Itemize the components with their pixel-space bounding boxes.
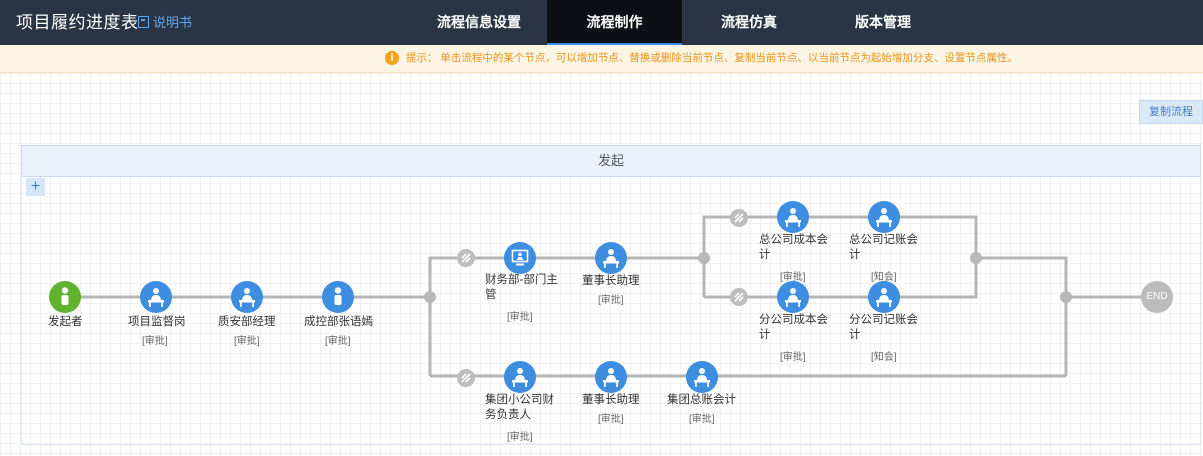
approver-node[interactable] <box>686 361 718 393</box>
node-label: 集团总账会计 <box>667 394 736 406</box>
approver-node[interactable] <box>777 281 809 313</box>
approver-node[interactable] <box>504 242 536 274</box>
approver-icon <box>785 208 801 227</box>
merge-joint <box>1060 291 1072 303</box>
branch-joint <box>424 291 436 303</box>
start-node[interactable] <box>49 281 81 313</box>
node-label: 成控部张语嫣 <box>304 316 373 328</box>
monitor-icon <box>511 249 529 266</box>
approver-icon <box>603 368 619 387</box>
approver-node[interactable] <box>868 201 900 233</box>
approver-node[interactable] <box>868 281 900 313</box>
node-label: 分公司记账会计 <box>849 314 918 341</box>
node-tag: [审批] <box>780 352 806 363</box>
node-label: 董事长助理 <box>582 275 640 287</box>
node-label: 财务部-部门主管 <box>485 274 558 301</box>
node-tag: [审批] <box>598 414 624 425</box>
node-label: 分公司成本会计 <box>759 314 828 341</box>
approver-icon <box>603 249 619 268</box>
node-label: 总公司记账会计 <box>849 234 918 261</box>
approver-node[interactable] <box>231 281 263 313</box>
condition-icon[interactable] <box>457 249 475 267</box>
approver-icon <box>876 208 892 227</box>
condition-icon[interactable] <box>730 209 748 227</box>
approver-icon <box>512 368 528 387</box>
approver-icon <box>876 288 892 307</box>
person-icon <box>61 287 69 305</box>
approver-icon <box>694 368 710 387</box>
node-tag: [审批] <box>325 336 351 347</box>
node-tag: [审批] <box>598 295 624 306</box>
node-label: 集团小公司财务负责人 <box>485 394 554 421</box>
node-tag: [审批] <box>507 432 533 443</box>
approver-icon <box>148 288 164 307</box>
node-tag: [审批] <box>689 414 715 425</box>
condition-icon[interactable] <box>457 369 475 387</box>
node-label: 董事长助理 <box>582 394 640 406</box>
approver-node[interactable] <box>322 281 354 313</box>
node-tag: [审批] <box>507 312 533 323</box>
node-label: 项目监督岗 <box>128 316 186 328</box>
approver-node[interactable] <box>595 361 627 393</box>
node-tag: [审批] <box>142 336 168 347</box>
approver-icon <box>785 288 801 307</box>
node-label: 质安部经理 <box>218 316 276 328</box>
node-label: 发起者 <box>48 316 83 328</box>
merge-joint <box>970 252 982 264</box>
node-tag: [审批] <box>234 336 260 347</box>
approver-node[interactable] <box>140 281 172 313</box>
approver-node[interactable] <box>777 201 809 233</box>
person-icon <box>334 287 342 305</box>
node-tag: [知会] <box>871 352 897 363</box>
approver-node[interactable] <box>504 361 536 393</box>
branch-joint <box>698 252 710 264</box>
node-label: 总公司成本会计 <box>759 234 828 261</box>
condition-icon[interactable] <box>730 288 748 306</box>
approver-node[interactable] <box>595 242 627 274</box>
approver-icon <box>239 288 255 307</box>
end-node[interactable]: END <box>1141 281 1173 313</box>
